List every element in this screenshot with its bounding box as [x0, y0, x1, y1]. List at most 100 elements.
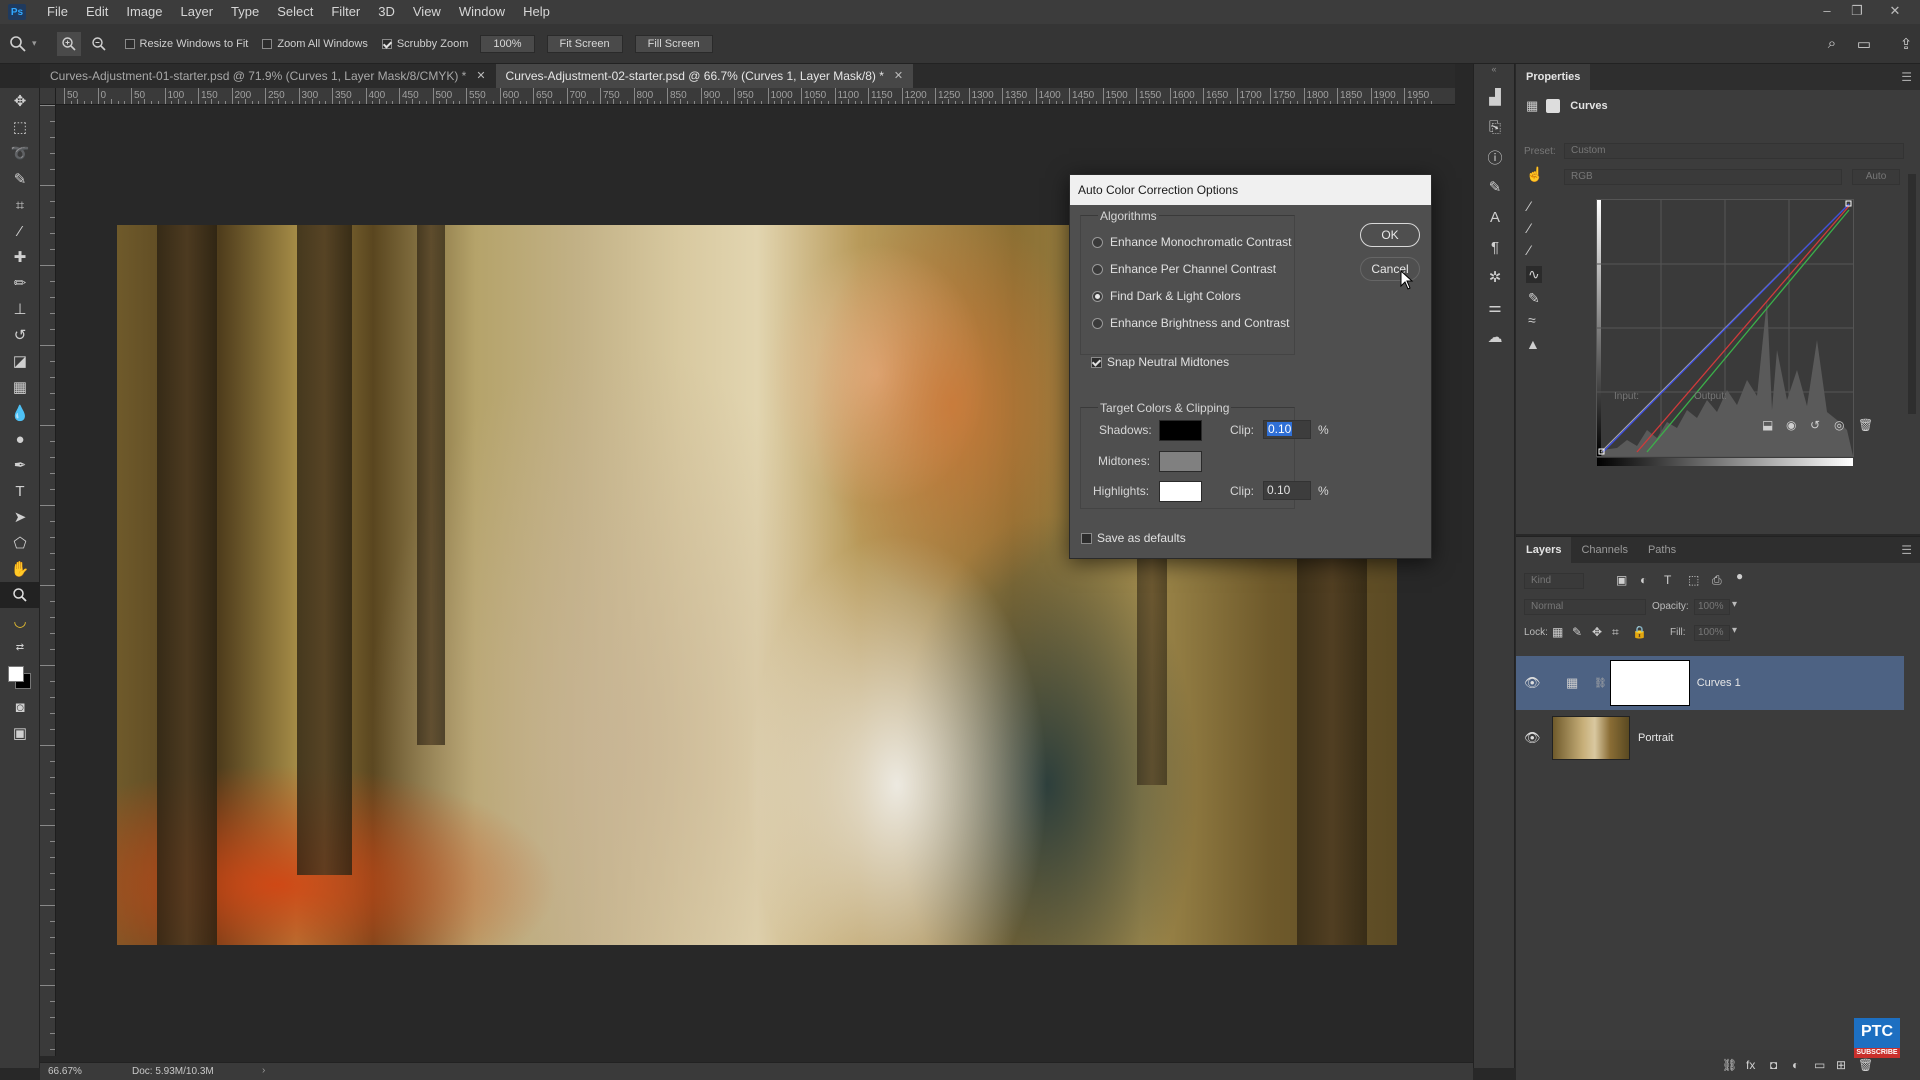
- gradient-tool-icon[interactable]: ▦: [0, 374, 40, 400]
- layer-thumbnail[interactable]: [1552, 716, 1630, 760]
- radio-monochromatic-contrast[interactable]: Enhance Monochromatic Contrast: [1092, 235, 1291, 249]
- ok-button[interactable]: OK: [1360, 223, 1420, 247]
- menu-file[interactable]: File: [38, 0, 77, 24]
- color-swatches[interactable]: [0, 660, 39, 694]
- zoom-tool-icon[interactable]: [0, 582, 40, 608]
- fit-screen-button[interactable]: Fit Screen: [546, 34, 623, 53]
- navigator-panel-icon[interactable]: ✲: [1474, 262, 1516, 292]
- clipping-warning-icon[interactable]: ▲: [1526, 336, 1540, 352]
- radio-per-channel-contrast[interactable]: Enhance Per Channel Contrast: [1092, 262, 1276, 276]
- clip-to-layer-icon[interactable]: ⬓: [1762, 418, 1773, 432]
- reset-icon[interactable]: ↺: [1810, 418, 1820, 432]
- radio-button[interactable]: [1092, 263, 1103, 275]
- delete-icon[interactable]: 🗑: [1858, 418, 1873, 432]
- pencil-draw-icon[interactable]: ✎: [1528, 290, 1540, 307]
- menu-select[interactable]: Select: [268, 0, 322, 24]
- panel-menu-icon[interactable]: ☰: [1901, 543, 1912, 557]
- lock-artboard-icon[interactable]: ⌗: [1612, 625, 1619, 640]
- share-icon[interactable]: ⇪: [1894, 32, 1918, 56]
- shape-tool-icon[interactable]: ⬠: [0, 530, 40, 556]
- new-layer-icon[interactable]: ⊞: [1836, 1058, 1846, 1072]
- smooth-curve-icon[interactable]: ≈: [1528, 312, 1536, 328]
- menu-filter[interactable]: Filter: [322, 0, 369, 24]
- clone-stamp-tool-icon[interactable]: ⊥: [0, 296, 40, 322]
- visibility-eye-icon[interactable]: 👁: [1524, 730, 1546, 746]
- tab-document-02[interactable]: Curves-Adjustment-02-starter.psd @ 66.7%…: [495, 64, 914, 88]
- sample-gray-eyedropper-icon[interactable]: ⁄: [1528, 220, 1530, 236]
- menu-3d[interactable]: 3D: [369, 0, 404, 24]
- new-adjustment-icon[interactable]: ◐: [1792, 1058, 1799, 1072]
- fill-input[interactable]: 100%: [1694, 625, 1730, 641]
- highlights-clip-input[interactable]: 0.10: [1263, 481, 1311, 500]
- tool-preset-chevron-icon[interactable]: ▾: [32, 38, 37, 49]
- histogram-panel-icon[interactable]: ▟: [1474, 82, 1516, 112]
- filter-shape-icon[interactable]: ⬚: [1688, 573, 1699, 587]
- opacity-chevron-icon[interactable]: ▾: [1732, 599, 1737, 610]
- menu-image[interactable]: Image: [117, 0, 171, 24]
- save-as-defaults-checkbox[interactable]: Save as defaults: [1081, 531, 1186, 545]
- filter-pixel-icon[interactable]: ▣: [1616, 573, 1627, 587]
- panel-menu-icon[interactable]: ☰: [1901, 70, 1912, 84]
- menu-view[interactable]: View: [404, 0, 450, 24]
- search-icon[interactable]: ⌕: [1820, 32, 1844, 56]
- preset-dropdown[interactable]: Custom: [1564, 143, 1904, 159]
- filter-smart-object-icon[interactable]: ⎙: [1712, 573, 1722, 588]
- vertical-ruler[interactable]: [40, 105, 56, 1056]
- history-brush-tool-icon[interactable]: ↺: [0, 322, 40, 348]
- zoom-in-icon[interactable]: [56, 31, 81, 56]
- character-panel-icon[interactable]: A: [1474, 202, 1516, 232]
- layer-row-curves[interactable]: 👁 ▦ ⛓ Curves 1: [1516, 656, 1904, 710]
- checkbox[interactable]: [1091, 356, 1102, 368]
- tab-channels[interactable]: Channels: [1571, 537, 1637, 563]
- properties-scrollbar[interactable]: [1908, 174, 1916, 414]
- sample-black-eyedropper-icon[interactable]: ⁄: [1528, 198, 1530, 214]
- resize-windows-checkbox[interactable]: Resize Windows to Fit: [124, 38, 248, 50]
- foreground-color-swatch[interactable]: [8, 666, 24, 682]
- tab-paths[interactable]: Paths: [1638, 537, 1686, 563]
- close-tab-icon[interactable]: ✕: [476, 64, 485, 88]
- eyedropper-tool-icon[interactable]: ⁄: [0, 218, 40, 244]
- collapse-icon[interactable]: «: [1474, 64, 1514, 82]
- radio-find-dark-light-colors[interactable]: Find Dark & Light Colors: [1092, 289, 1241, 303]
- lock-position-icon[interactable]: ✥: [1592, 625, 1602, 639]
- zoom-out-icon[interactable]: [87, 32, 111, 56]
- filter-kind-dropdown[interactable]: Kind: [1524, 573, 1584, 589]
- highlights-color-swatch[interactable]: [1159, 481, 1202, 502]
- layer-style-icon[interactable]: fx: [1746, 1058, 1755, 1072]
- filter-adjustment-icon[interactable]: ◐: [1640, 573, 1647, 587]
- healing-brush-tool-icon[interactable]: ✚: [0, 244, 40, 270]
- shadows-clip-input[interactable]: 0.10: [1263, 420, 1311, 439]
- menu-edit[interactable]: Edit: [77, 0, 117, 24]
- lock-transparency-icon[interactable]: ▦: [1552, 625, 1563, 639]
- visibility-icon[interactable]: ◎: [1834, 418, 1844, 432]
- mask-icon[interactable]: [1546, 99, 1561, 113]
- radio-button[interactable]: [1092, 290, 1103, 302]
- lock-pixels-icon[interactable]: ✎: [1572, 625, 1582, 639]
- link-layers-icon[interactable]: ⛓: [1722, 1058, 1737, 1072]
- close-window-icon[interactable]: ✕: [1880, 0, 1910, 24]
- channel-dropdown[interactable]: RGB: [1564, 169, 1842, 185]
- path-select-tool-icon[interactable]: ➤: [0, 504, 40, 530]
- shadows-color-swatch[interactable]: [1159, 420, 1202, 441]
- menu-window[interactable]: Window: [450, 0, 514, 24]
- fill-screen-button[interactable]: Fill Screen: [634, 34, 713, 53]
- screen-mode-icon[interactable]: ▣: [0, 720, 40, 746]
- hand-tool-icon[interactable]: ✋: [0, 556, 40, 582]
- opacity-input[interactable]: 100%: [1694, 599, 1730, 615]
- layer-mask-thumbnail[interactable]: [1609, 660, 1690, 706]
- quick-mask-icon[interactable]: ◙: [0, 694, 40, 720]
- add-mask-icon[interactable]: ◘: [1770, 1058, 1777, 1072]
- filter-type-icon[interactable]: T: [1664, 573, 1671, 587]
- menu-layer[interactable]: Layer: [172, 0, 223, 24]
- swap-colors-icon[interactable]: ⇄: [0, 634, 40, 660]
- paragraph-panel-icon[interactable]: ¶: [1474, 232, 1516, 262]
- layer-name[interactable]: Curves 1: [1697, 677, 1741, 689]
- midtones-color-swatch[interactable]: [1159, 451, 1202, 472]
- workspace-icon[interactable]: ▭: [1852, 32, 1876, 56]
- cloud-panel-icon[interactable]: ☁: [1474, 322, 1516, 352]
- curve-point-tool-icon[interactable]: ∿: [1526, 266, 1542, 283]
- minimize-icon[interactable]: –: [1812, 0, 1842, 24]
- menu-type[interactable]: Type: [222, 0, 268, 24]
- restore-icon[interactable]: ❐: [1842, 0, 1872, 24]
- brush-settings-icon[interactable]: ✎: [1474, 172, 1516, 202]
